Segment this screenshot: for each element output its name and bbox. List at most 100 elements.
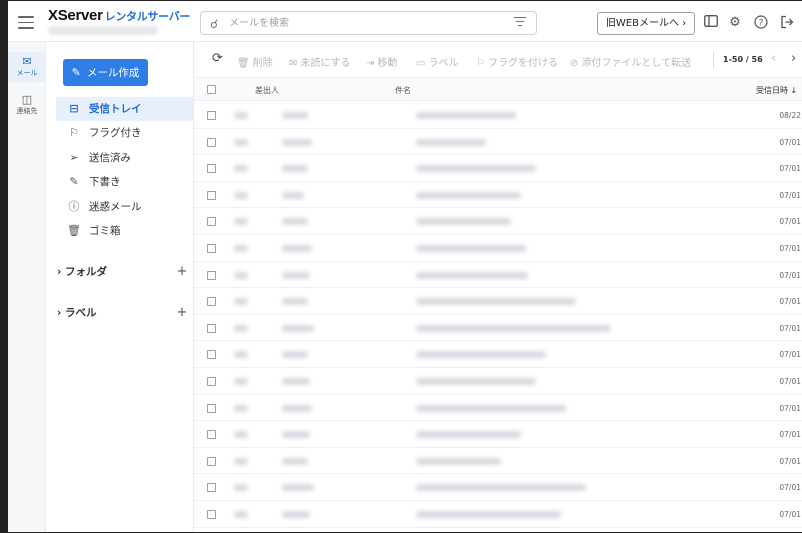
table-row[interactable]: 07/01 — [194, 208, 802, 235]
filter-icon[interactable] — [514, 17, 526, 28]
mark-unread-button[interactable]: ✉ 未読にする — [289, 54, 351, 69]
table-row[interactable]: 08/22 — [194, 102, 802, 129]
row-flag-icon[interactable] — [234, 324, 248, 332]
flag-button[interactable]: ⚐ フラグを付ける — [476, 54, 558, 69]
table-row[interactable]: 07/01 — [194, 395, 802, 422]
folder-section[interactable]: › フォルダ + — [57, 262, 193, 282]
add-label-icon[interactable]: + — [175, 306, 189, 320]
refresh-icon[interactable]: ⟳ — [212, 51, 223, 66]
row-checkbox[interactable] — [207, 323, 216, 333]
table-row[interactable]: 07/01 — [194, 501, 802, 528]
row-checkbox[interactable] — [207, 376, 216, 386]
row-flag-icon[interactable] — [234, 112, 248, 119]
brand-logo[interactable]: XServer レンタルサーバー — [48, 7, 190, 24]
label-button[interactable]: ▭ ラベル — [416, 54, 458, 69]
gear-icon[interactable]: ⚙ — [727, 15, 743, 31]
row-checkbox[interactable] — [207, 403, 216, 413]
row-checkbox[interactable] — [207, 164, 216, 174]
row-flag-icon[interactable] — [234, 351, 248, 359]
rail-item-contacts[interactable]: ◫ 連絡先 — [8, 90, 46, 120]
move-button[interactable]: ⇥ 移動 — [366, 54, 397, 69]
row-sender — [282, 271, 310, 279]
row-checkbox[interactable] — [207, 111, 216, 120]
table-row[interactable]: 07/01 — [194, 235, 802, 262]
panel-icon[interactable] — [703, 15, 719, 31]
row-date: 07/01 — [779, 456, 801, 466]
row-checkbox[interactable] — [207, 430, 216, 440]
search-input[interactable] — [229, 15, 489, 32]
table-row[interactable]: 07/01 — [194, 341, 802, 368]
table-row[interactable]: 07/01 — [194, 129, 802, 156]
row-checkbox[interactable] — [207, 456, 216, 466]
table-row[interactable]: 07/01 — [194, 368, 802, 395]
sidebar-item-drafts[interactable]: ✎ 下書き — [56, 170, 193, 194]
help-icon[interactable]: ? — [753, 15, 769, 31]
row-checkbox[interactable] — [207, 297, 216, 307]
next-page-icon[interactable]: › — [791, 51, 796, 66]
row-flag-icon[interactable] — [234, 484, 248, 492]
col-from[interactable]: 差出人 — [255, 85, 279, 96]
row-flag-icon[interactable] — [234, 298, 248, 306]
select-all-checkbox[interactable] — [207, 85, 216, 94]
rail-item-label: メール — [16, 69, 38, 77]
table-row[interactable]: 07/01 — [194, 155, 802, 182]
row-subject — [416, 191, 521, 199]
table-row[interactable]: 07/01 — [194, 182, 802, 209]
table-row[interactable]: 07/01 — [194, 421, 802, 448]
row-flag-icon[interactable] — [234, 457, 248, 465]
row-flag-icon[interactable] — [234, 377, 248, 385]
menu-icon[interactable] — [18, 12, 34, 30]
row-flag-icon[interactable] — [234, 271, 248, 279]
row-checkbox[interactable] — [207, 217, 216, 227]
table-row[interactable]: 07/01 — [194, 474, 802, 501]
row-checkbox[interactable] — [207, 509, 216, 519]
row-checkbox[interactable] — [207, 270, 216, 280]
row-sender — [282, 404, 312, 412]
table-row[interactable]: 07/01 — [194, 315, 802, 342]
row-subject — [416, 457, 501, 465]
sidebar-item-spam[interactable]: ⓘ 迷惑メール — [56, 195, 193, 219]
table-row[interactable]: 07/01 — [194, 448, 802, 475]
forward-as-attachment-button[interactable]: ⊘ 添付ファイルとして転送 — [570, 54, 691, 69]
row-checkbox[interactable] — [207, 243, 216, 253]
row-subject — [416, 271, 528, 279]
row-checkbox[interactable] — [207, 483, 216, 493]
label-section[interactable]: › ラベル + — [57, 303, 193, 323]
delete-button[interactable]: 🗑 削除 — [237, 54, 273, 69]
sidebar-item-flagged[interactable]: ⚐ フラグ付き — [56, 121, 193, 145]
row-flag-icon[interactable] — [234, 165, 248, 173]
row-checkbox[interactable] — [207, 190, 216, 200]
table-row[interactable]: 07/01 — [194, 262, 802, 289]
rail-item-mail[interactable]: ✉ メール — [8, 52, 46, 82]
sidebar-item-trash[interactable]: 🗑 ゴミ箱 — [56, 219, 193, 243]
row-date: 07/01 — [779, 270, 801, 280]
row-flag-icon[interactable] — [234, 244, 248, 252]
compose-button[interactable]: ✎ メール作成 — [63, 59, 148, 86]
contacts-icon: ◫ — [21, 93, 33, 106]
draft-icon: ✎ — [69, 175, 79, 188]
row-flag-icon[interactable] — [234, 218, 248, 226]
prev-page-icon[interactable]: ‹ — [771, 51, 776, 66]
row-flag-icon[interactable] — [234, 404, 248, 412]
row-flag-icon[interactable] — [234, 510, 248, 518]
row-flag-icon[interactable] — [234, 138, 248, 146]
row-date: 07/01 — [779, 323, 801, 333]
col-date[interactable]: 受信日時 ↓ — [756, 85, 797, 96]
logout-icon[interactable] — [779, 15, 795, 31]
row-checkbox[interactable] — [207, 350, 216, 360]
old-webmail-button[interactable]: 旧WEBメールへ › — [597, 12, 695, 35]
row-date: 07/01 — [779, 483, 801, 493]
search-box[interactable]: ☌ — [200, 11, 537, 35]
row-checkbox[interactable] — [207, 137, 216, 147]
row-flag-icon[interactable] — [234, 191, 248, 199]
row-sender — [282, 244, 312, 252]
add-folder-icon[interactable]: + — [175, 265, 189, 279]
table-row[interactable]: 07/01 — [194, 288, 802, 315]
trash-icon: 🗑 — [67, 224, 81, 237]
folder-sidebar: ✎ メール作成 ⊟ 受信トレイ ⚐ フラグ付き ➢ 送信済み ✎ 下書き ⓘ 迷惑メール 🗑… — [47, 42, 193, 532]
row-flag-icon[interactable] — [234, 431, 248, 439]
col-subject[interactable]: 件名 — [395, 85, 411, 96]
row-sender — [282, 484, 314, 492]
sidebar-item-inbox[interactable]: ⊟ 受信トレイ — [56, 97, 193, 121]
sidebar-item-sent[interactable]: ➢ 送信済み — [56, 146, 193, 170]
